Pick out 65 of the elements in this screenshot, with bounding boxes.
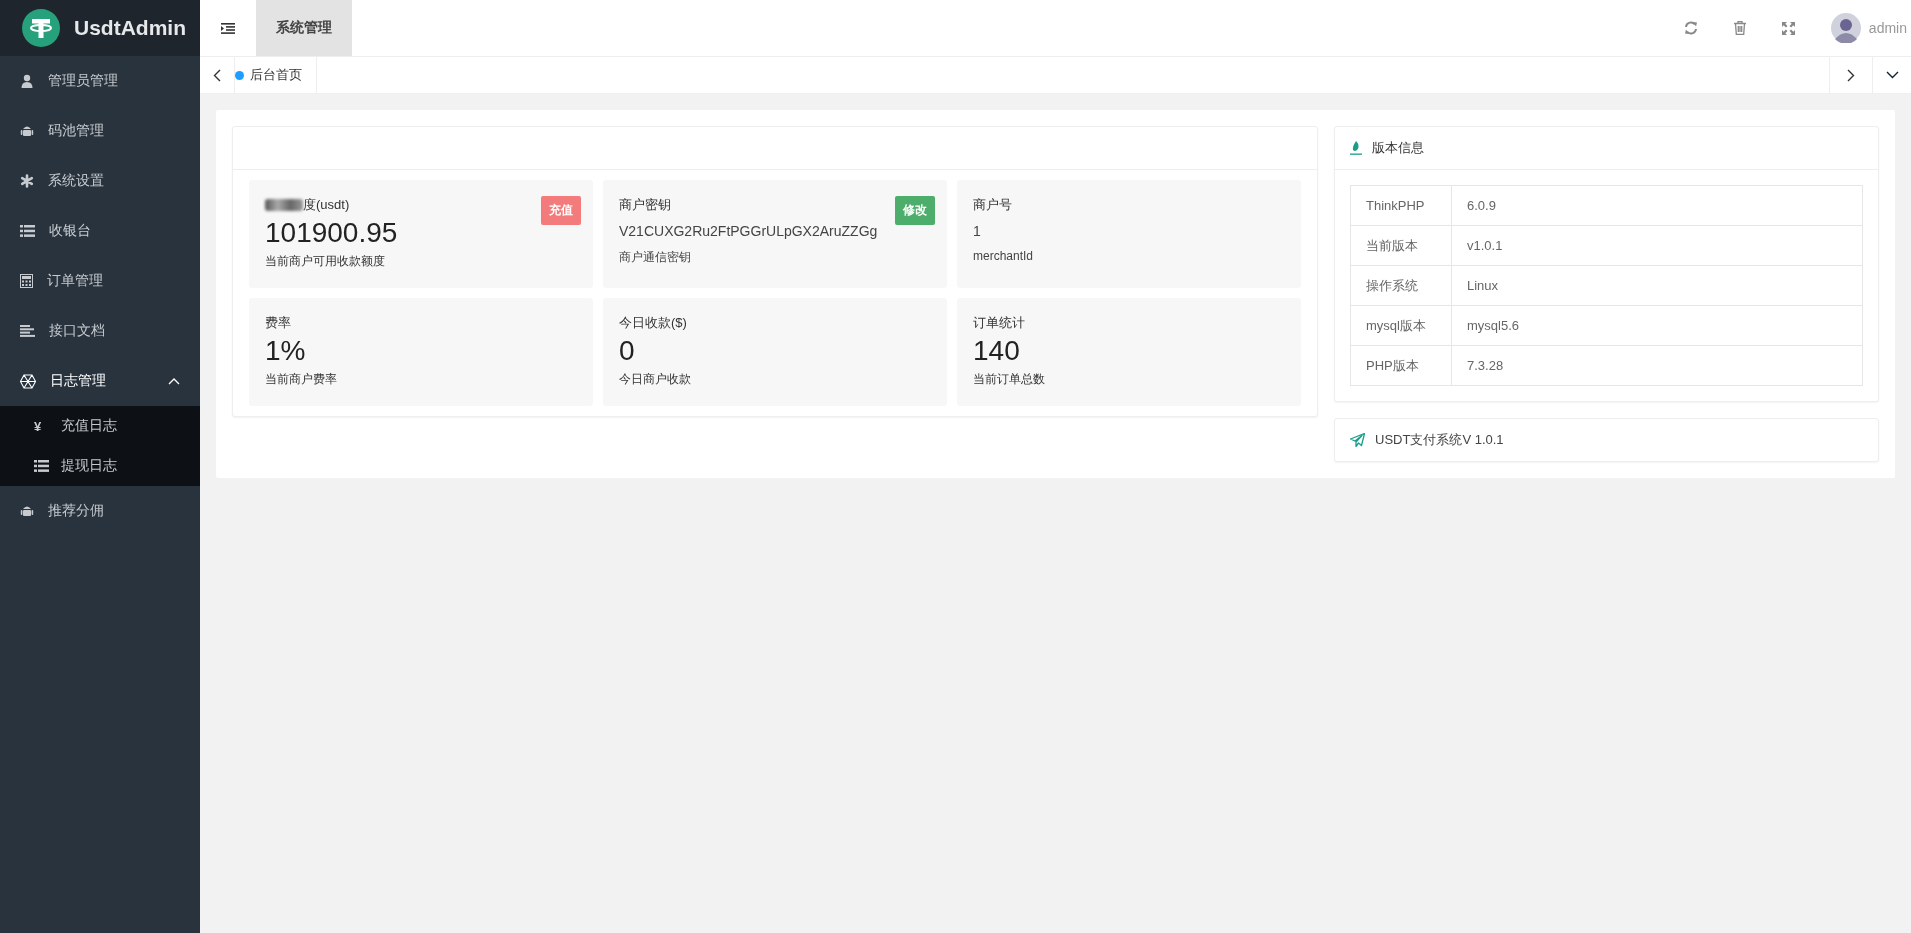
fullscreen-icon[interactable]	[1781, 21, 1795, 35]
stat-title: 订单统计	[973, 314, 1025, 332]
sidebar-subitem[interactable]: 提现日志	[0, 446, 200, 486]
calculator-icon	[20, 274, 33, 288]
paper-plane-icon	[1350, 433, 1365, 447]
sidebar-item[interactable]: 收银台	[0, 206, 200, 256]
sidebar-subitem[interactable]: ¥ 充值日志	[0, 406, 200, 446]
list-icon	[20, 225, 35, 237]
asterisk-icon	[20, 174, 34, 188]
stat-title: 费率	[265, 314, 291, 332]
stat-value: V21CUXG2Ru2FtPGGrULpGX2AruZZGg	[619, 222, 879, 241]
stat-caption: 当前商户费率	[265, 370, 338, 388]
list-icon	[34, 460, 49, 472]
table-cell: mysql5.6	[1451, 305, 1863, 346]
android-icon	[20, 504, 34, 518]
avatar[interactable]	[1830, 13, 1861, 43]
menu-icon[interactable]	[221, 22, 235, 34]
stat-title: 度(usdt)	[303, 196, 350, 214]
stat-value: 0	[619, 336, 636, 367]
stat-value: 1%	[265, 336, 307, 367]
stat-caption: merchantId	[973, 249, 1035, 264]
table-cell: v1.0.1	[1451, 225, 1863, 266]
page-tab[interactable]: 后台首页	[235, 57, 317, 93]
sidebar-item[interactable]: 日志管理	[0, 356, 200, 406]
stat-value: 101900.95	[265, 218, 399, 249]
table-cell: 操作系统	[1350, 265, 1452, 306]
stat-value: 1	[973, 222, 982, 241]
align-left-icon	[20, 325, 35, 337]
chevron-left-icon[interactable]	[213, 68, 221, 82]
table-cell: Linux	[1451, 265, 1863, 306]
hexagon-icon	[20, 373, 36, 389]
card-title: 版本信息	[1372, 139, 1424, 157]
stat-caption: 今日商户收款	[619, 370, 692, 388]
stat-title: 今日收款($)	[619, 314, 687, 332]
system-version: USDT支付系统V 1.0.1	[1375, 431, 1504, 449]
chevron-down-icon[interactable]	[1885, 71, 1899, 79]
sidebar-item[interactable]: 接口文档	[0, 306, 200, 356]
table-cell: 7.3.28	[1451, 345, 1863, 386]
trash-icon[interactable]	[1733, 21, 1746, 35]
sidebar-item[interactable]: 推荐分佣	[0, 486, 200, 536]
table-cell: PHP版本	[1350, 345, 1452, 386]
app-logo-text: UsdtAdmin	[74, 16, 186, 40]
stat-value: 140	[973, 336, 1021, 367]
stat-title: 商户密钥	[619, 196, 671, 214]
yen-icon: ¥	[34, 418, 49, 434]
sidebar-item[interactable]: 管理员管理	[0, 56, 200, 106]
sidebar-item[interactable]: 码池管理	[0, 106, 200, 156]
chevron-right-icon[interactable]	[1847, 68, 1855, 82]
table-cell: ThinkPHP	[1350, 185, 1452, 226]
sidebar-item[interactable]: 订单管理	[0, 256, 200, 306]
blurred-text	[265, 199, 303, 211]
stat-title: 商户号	[973, 196, 1012, 214]
table-cell: mysql版本	[1350, 305, 1452, 346]
stat-caption: 当前订单总数	[973, 370, 1046, 388]
logo-icon	[22, 9, 60, 47]
stat-caption: 商户通信密钥	[619, 249, 692, 267]
user-icon	[20, 74, 34, 88]
stat-caption: 当前商户可用收款额度	[265, 252, 386, 270]
header-menu-tab[interactable]: 系统管理	[256, 0, 352, 56]
sidebar-item[interactable]: 系统设置	[0, 156, 200, 206]
table-cell: 6.0.9	[1451, 185, 1863, 226]
leaf-icon	[1350, 141, 1362, 155]
refresh-icon[interactable]	[1683, 21, 1698, 35]
table-cell: 当前版本	[1350, 225, 1452, 266]
android-icon	[20, 124, 34, 138]
